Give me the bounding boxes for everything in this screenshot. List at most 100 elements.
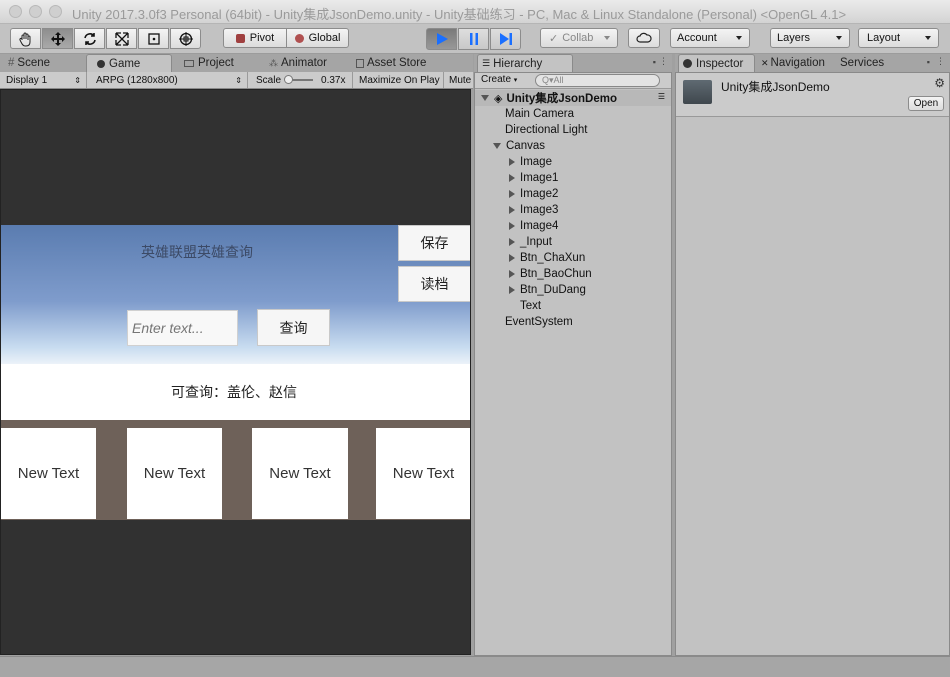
scale-tool-button[interactable] xyxy=(106,28,137,49)
resolution-dropdown[interactable]: ARPG (1280x800) ⇕ xyxy=(93,72,248,88)
rect-tool-button[interactable] xyxy=(138,28,169,49)
hierarchy-item-label: Text xyxy=(520,300,542,312)
scale-slider-thumb[interactable] xyxy=(284,75,294,84)
hierarchy-item[interactable]: Main Camera xyxy=(505,106,574,122)
lock-icon[interactable]: ▪ xyxy=(653,57,656,67)
collapse-arrow-icon[interactable] xyxy=(509,286,515,294)
scale-slider-track[interactable] xyxy=(284,75,314,84)
tab-hierarchy[interactable]: ☰ Hierarchy xyxy=(477,54,573,72)
zoom-window-button[interactable] xyxy=(49,5,62,18)
game-title: 英雄联盟英雄查询 xyxy=(141,244,253,260)
layers-dropdown[interactable]: Layers xyxy=(770,28,850,48)
close-window-button[interactable] xyxy=(9,5,22,18)
scene-menu-icon[interactable]: ☰ xyxy=(658,92,665,101)
save-button[interactable]: 保存 xyxy=(398,225,470,261)
hierarchy-search-input[interactable]: Q▾All xyxy=(535,74,660,87)
hierarchy-item[interactable]: Btn_ChaXun xyxy=(509,250,585,266)
panel-menu-icon[interactable]: ⋮ xyxy=(659,56,668,67)
minimize-window-button[interactable] xyxy=(29,5,42,18)
expand-arrow-icon[interactable] xyxy=(493,143,501,149)
rotate-tool-button[interactable] xyxy=(74,28,105,49)
mute-label: Mute xyxy=(449,74,472,86)
lock-icon[interactable]: ▪ xyxy=(927,57,930,67)
game-view[interactable]: 英雄联盟英雄查询 保存 读档 查询 可查询：盖伦、赵信 New Text New… xyxy=(0,89,471,655)
open-button[interactable]: Open xyxy=(908,96,944,111)
result-card-1: New Text xyxy=(1,428,96,519)
collapse-arrow-icon[interactable] xyxy=(509,222,515,230)
settings-gear-icon[interactable]: ⚙ xyxy=(934,76,945,90)
layout-dropdown[interactable]: Layout xyxy=(858,28,939,48)
collapse-arrow-icon[interactable] xyxy=(509,254,515,262)
collapse-arrow-icon[interactable] xyxy=(509,158,515,166)
cloud-button[interactable] xyxy=(628,28,660,48)
hierarchy-item[interactable]: Btn_BaoChun xyxy=(509,266,592,282)
play-button[interactable] xyxy=(426,28,457,50)
collapse-arrow-icon[interactable] xyxy=(509,174,515,182)
expand-arrow-icon[interactable] xyxy=(481,95,489,101)
hierarchy-item[interactable]: Directional Light xyxy=(505,122,587,138)
tab-asset-store-label: Asset Store xyxy=(367,57,427,69)
globe-icon xyxy=(294,33,304,43)
display-dropdown[interactable]: Display 1 ⇕ xyxy=(3,72,87,88)
hand-icon xyxy=(18,32,30,46)
collapse-arrow-icon[interactable] xyxy=(509,190,515,198)
tab-animator[interactable]: ⁂ Animator xyxy=(265,54,327,72)
hierarchy-item[interactable]: Image1 xyxy=(509,170,558,186)
tab-project-label: Project xyxy=(198,57,234,69)
hierarchy-item[interactable]: Image2 xyxy=(509,186,558,202)
collab-dropdown[interactable]: ✓ Collab xyxy=(540,28,618,48)
panel-menu-icon[interactable]: ⋮ xyxy=(936,56,945,67)
list-icon: ☰ xyxy=(482,58,491,68)
move-tool-button[interactable] xyxy=(42,28,73,49)
mute-audio-toggle[interactable]: Mute xyxy=(446,72,472,88)
pivot-toggle[interactable]: Pivot xyxy=(223,28,287,48)
tab-services-label: Services xyxy=(840,57,885,69)
hierarchy-item[interactable]: EventSystem xyxy=(505,314,573,330)
tab-navigation[interactable]: ✕ Navigation xyxy=(757,54,825,72)
hand-tool-button[interactable] xyxy=(10,28,41,49)
tab-game[interactable]: Game xyxy=(86,54,172,72)
animator-icon: ⁂ xyxy=(269,57,278,68)
tab-asset-store[interactable]: Asset Store xyxy=(352,54,426,72)
step-button[interactable] xyxy=(490,28,521,50)
hierarchy-item[interactable]: Image4 xyxy=(509,218,558,234)
maximize-on-play-toggle[interactable]: Maximize On Play xyxy=(356,72,444,88)
account-dropdown[interactable]: Account xyxy=(670,28,750,48)
hero-search-input[interactable] xyxy=(127,310,238,346)
hierarchy-item[interactable]: Canvas xyxy=(493,138,545,154)
scene-row[interactable]: ◈ Unity集成JsonDemo ☰ xyxy=(475,90,671,106)
info-icon xyxy=(683,59,692,68)
scale-slider[interactable]: Scale 0.37x xyxy=(253,72,353,88)
tab-scene[interactable]: # Scene xyxy=(4,54,50,72)
cloud-icon xyxy=(636,32,652,43)
tab-services[interactable]: Services xyxy=(836,54,884,72)
hierarchy-item[interactable]: Text xyxy=(520,298,541,314)
collapse-arrow-icon[interactable] xyxy=(509,206,515,214)
load-button[interactable]: 读档 xyxy=(398,266,470,302)
scene-asset-icon xyxy=(683,80,712,104)
pause-icon xyxy=(469,33,478,45)
hierarchy-item[interactable]: Image3 xyxy=(509,202,558,218)
hierarchy-item-label: Image1 xyxy=(520,172,559,184)
transform-tool-button[interactable] xyxy=(170,28,201,49)
query-button[interactable]: 查询 xyxy=(257,309,330,346)
tab-inspector[interactable]: Inspector xyxy=(678,54,755,72)
game-pacman-icon xyxy=(97,59,105,68)
rotate-icon xyxy=(83,32,96,45)
hierarchy-item[interactable]: Btn_DuDang xyxy=(509,282,586,298)
pause-button[interactable] xyxy=(458,28,489,50)
global-label: Global xyxy=(308,32,341,44)
main-toolbar: Pivot Global ✓ Collab Account Layers Lay… xyxy=(0,24,950,54)
inspector-tabbar: Inspector ✕ Navigation Services ▪ ⋮ xyxy=(675,54,950,72)
scale-label: Scale xyxy=(256,74,282,86)
create-dropdown[interactable]: Create ▾ xyxy=(481,74,517,85)
left-tabbar: # Scene Game Project ⁂ Animator Asset St… xyxy=(0,54,473,72)
hierarchy-item[interactable]: _Input xyxy=(509,234,552,250)
create-label: Create xyxy=(481,74,512,85)
collapse-arrow-icon[interactable] xyxy=(509,270,515,278)
global-toggle[interactable]: Global xyxy=(286,28,349,48)
tab-project[interactable]: Project xyxy=(180,54,234,72)
caret-down-icon: ▾ xyxy=(513,77,518,84)
hierarchy-item[interactable]: Image xyxy=(509,154,552,170)
collapse-arrow-icon[interactable] xyxy=(509,238,515,246)
